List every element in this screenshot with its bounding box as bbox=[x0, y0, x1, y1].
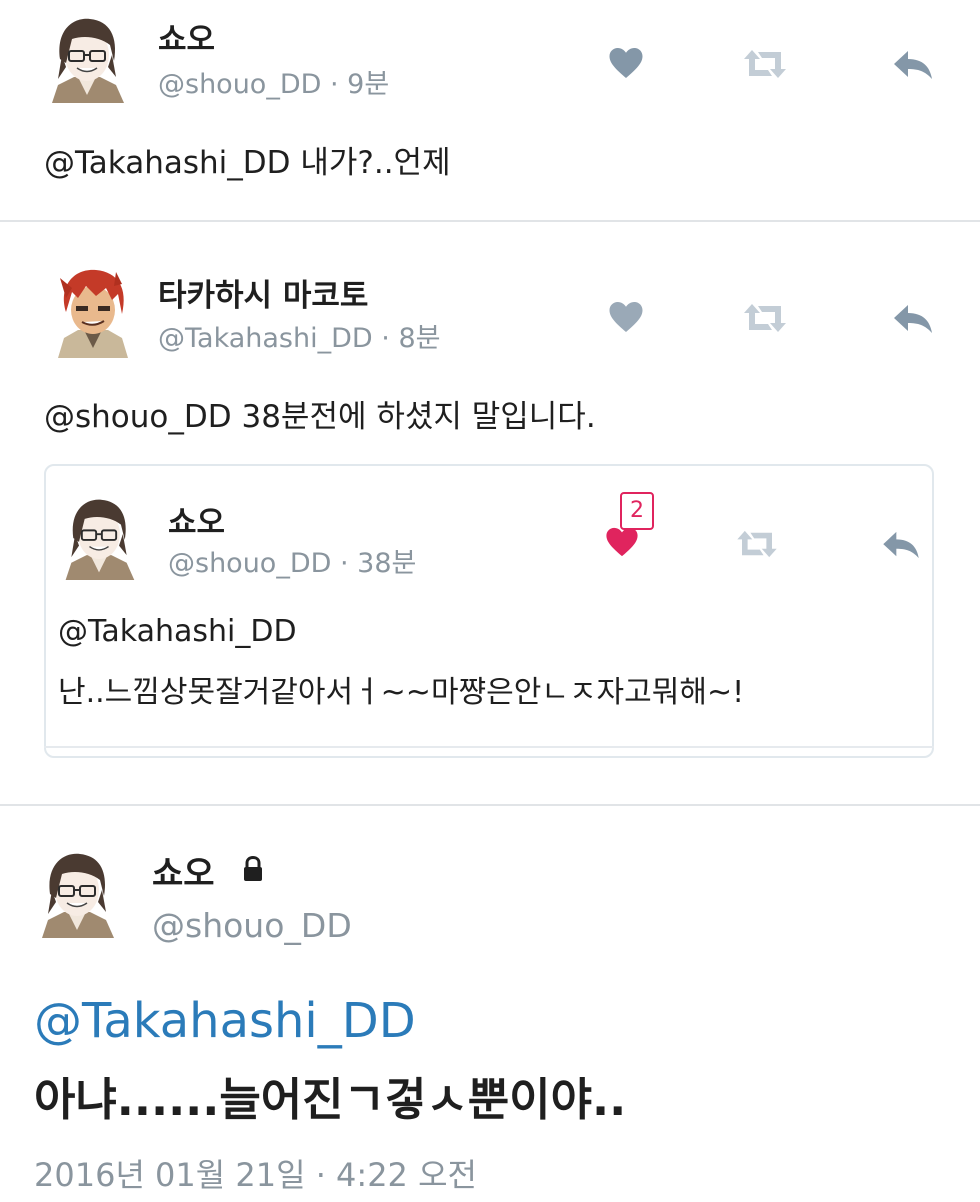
handle-time: @shouo_DD · 9분 bbox=[158, 62, 389, 101]
quote-card-separator bbox=[44, 746, 934, 748]
tweet-text: @Takahashi_DD 내가?..언제 bbox=[44, 145, 451, 181]
handle[interactable]: @Takahashi_DD bbox=[158, 323, 373, 354]
divider bbox=[0, 220, 980, 222]
quoted-reply-button[interactable] bbox=[881, 531, 921, 559]
heart-icon bbox=[606, 527, 638, 557]
lock-icon bbox=[242, 856, 264, 882]
mention-link[interactable]: @Takahashi_DD bbox=[34, 993, 416, 1049]
timestamp: · 8분 bbox=[372, 323, 441, 354]
retweet-button[interactable] bbox=[740, 302, 790, 334]
tweet-text: 아냐......늘어진ㄱ겋ㅅ뿐이야.. bbox=[34, 1073, 627, 1126]
retweet-icon bbox=[737, 530, 777, 558]
handle-time: @Takahashi_DD · 8분 bbox=[158, 316, 440, 355]
retweet-button[interactable] bbox=[740, 48, 790, 80]
quoted-retweet-button[interactable] bbox=[733, 529, 781, 559]
quoted-mention: @Takahashi_DD bbox=[58, 614, 297, 649]
handle[interactable]: @shouo_DD bbox=[152, 906, 352, 945]
display-name[interactable]: 타카하시 마코토 bbox=[158, 270, 368, 315]
reply-icon bbox=[894, 305, 932, 333]
reply-button[interactable] bbox=[892, 50, 934, 80]
like-button[interactable] bbox=[608, 46, 644, 80]
tweet-text: @shouo_DD 38분전에 하셨지 말입니다. bbox=[44, 399, 596, 435]
retweet-icon bbox=[744, 50, 786, 78]
like-button[interactable] bbox=[608, 300, 644, 334]
display-name[interactable]: 쇼오 bbox=[158, 14, 215, 59]
timestamp: · 38분 bbox=[331, 548, 417, 579]
avatar[interactable] bbox=[44, 15, 130, 103]
heart-icon bbox=[609, 302, 643, 332]
quoted-text: 난..느낌상못잘거같아서ㅓ~~마쨩은안ㄴㅈ자고뭐해~! bbox=[58, 675, 745, 710]
retweet-icon bbox=[744, 304, 786, 332]
avatar[interactable] bbox=[56, 266, 130, 358]
like-count-badge: 2 bbox=[620, 492, 654, 530]
heart-icon bbox=[609, 48, 643, 78]
tweet-timestamp: 2016년 01월 21일 · 4:22 오전 bbox=[34, 1156, 477, 1194]
display-name[interactable]: 쇼오 bbox=[152, 846, 215, 895]
timestamp: · 9분 bbox=[321, 69, 390, 100]
avatar[interactable] bbox=[58, 495, 140, 581]
handle[interactable]: @shouo_DD bbox=[168, 548, 331, 579]
quoted-like-button[interactable] bbox=[605, 526, 639, 558]
avatar[interactable] bbox=[34, 850, 120, 938]
quoted-display-name[interactable]: 쇼오 bbox=[168, 497, 225, 542]
reply-button[interactable] bbox=[892, 304, 934, 334]
handle[interactable]: @shouo_DD bbox=[158, 69, 321, 100]
reply-icon bbox=[894, 51, 932, 79]
reply-icon bbox=[883, 531, 919, 559]
quoted-handle-time: @shouo_DD · 38분 bbox=[168, 541, 416, 580]
divider bbox=[0, 804, 980, 806]
